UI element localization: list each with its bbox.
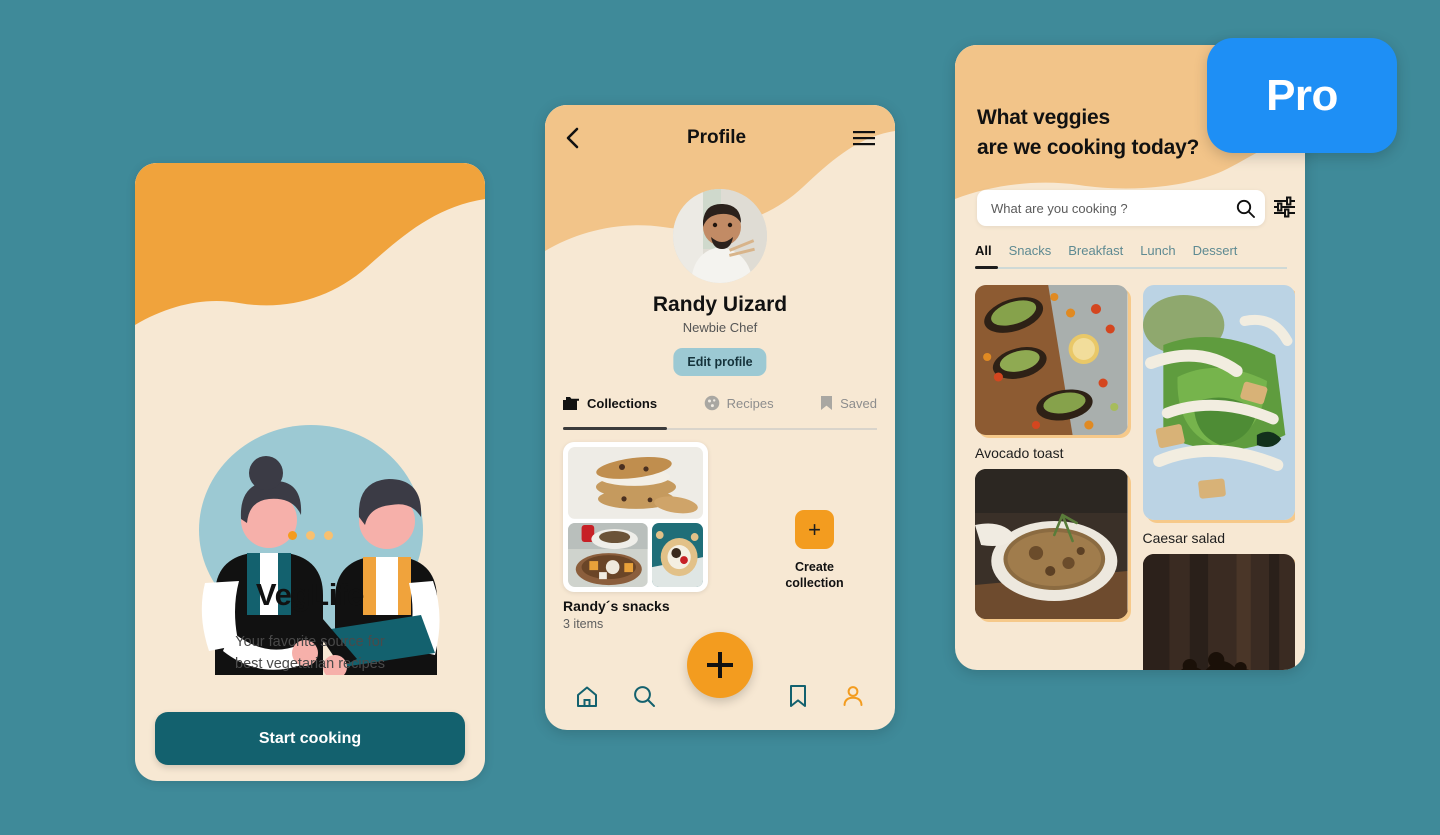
add-recipe-fab[interactable]: [687, 632, 753, 698]
tab-saved[interactable]: Saved: [820, 395, 877, 420]
collection-card[interactable]: [563, 442, 708, 592]
sliders-filter-icon: [1274, 196, 1295, 218]
profile-name: Randy Uizard: [652, 293, 788, 316]
page-dot-2[interactable]: [305, 531, 315, 540]
tab-collections[interactable]: Collections: [563, 395, 657, 420]
cookie-icon: [704, 395, 719, 411]
collection-count: 3 items: [563, 617, 604, 631]
profile-tabs: Collections Recipes Saved: [563, 395, 877, 420]
recipe-column-left: Avocado toast: [975, 285, 1128, 670]
plus-icon: [707, 652, 733, 678]
person-icon: [843, 686, 863, 706]
back-button[interactable]: [565, 127, 580, 149]
search-icon[interactable]: [1236, 199, 1255, 218]
recipe-card-caesar-salad[interactable]: Caesar salad: [1142, 285, 1295, 546]
tab-collections-label: Collections: [587, 395, 658, 411]
collection-name: Randy´s snacks: [563, 598, 670, 614]
subtitle-line-2: best vegetarian recipes: [235, 656, 385, 672]
create-label-line-1: Create: [795, 560, 834, 574]
page-indicator-dots[interactable]: [135, 531, 485, 540]
tab-recipes[interactable]: Recipes: [704, 395, 774, 420]
page-title: Profile: [686, 126, 747, 148]
avatar[interactable]: [673, 189, 767, 283]
recipe-column-right: Caesar salad: [1142, 285, 1295, 670]
bookmark-icon: [789, 685, 806, 707]
recipe-card-mushroom-risotto[interactable]: [975, 469, 1128, 619]
nav-profile-button[interactable]: [841, 684, 865, 708]
edit-profile-button[interactable]: Edit profile: [673, 348, 767, 376]
category-tab-active-underline: [975, 266, 998, 269]
category-tab-breakfast[interactable]: Breakfast: [1068, 243, 1123, 258]
app-title: VegLife: [255, 577, 365, 612]
page-dot-1[interactable]: [287, 531, 297, 540]
create-collection-button[interactable]: + Create collection: [757, 510, 872, 591]
nav-home-button[interactable]: [575, 685, 599, 708]
app-subtitle: Your favorite source for best vegetarian…: [135, 631, 485, 675]
filter-button[interactable]: [1273, 195, 1296, 218]
subtitle-line-1: Your favorite source for: [235, 634, 385, 650]
tab-recipes-label: Recipes: [726, 395, 774, 411]
two-chefs-illustration: [199, 425, 440, 675]
collection-photo-3: [651, 522, 703, 587]
folder-icon: [563, 396, 579, 410]
mushroom-risotto-photo: [975, 469, 1128, 619]
search-input[interactable]: [991, 200, 1236, 216]
user-avatar-photo: [673, 189, 767, 283]
avocado-toast-photo: [975, 285, 1128, 435]
profile-topbar: Profile: [545, 105, 895, 170]
chevron-left-icon: [566, 127, 579, 148]
nav-search-button[interactable]: [632, 684, 656, 708]
search-icon: [634, 686, 656, 707]
category-tab-all[interactable]: All: [975, 243, 992, 258]
nav-saved-button[interactable]: [788, 684, 808, 708]
pro-badge[interactable]: Pro: [1207, 38, 1397, 153]
create-label-line-2: collection: [785, 576, 844, 590]
collection-photo-row: [568, 522, 703, 587]
category-tab-lunch[interactable]: Lunch: [1140, 243, 1175, 258]
recipe-card-avocado-toast[interactable]: Avocado toast: [975, 285, 1128, 461]
home-icon: [577, 686, 598, 707]
tab-active-underline: [563, 427, 667, 430]
recipe-grid: Avocado toast Caesar salad: [975, 285, 1295, 670]
profile-role: Newbie Chef: [682, 320, 758, 335]
category-tab-divider: [975, 267, 1287, 269]
plus-icon: +: [795, 510, 834, 549]
page-dot-3[interactable]: [323, 531, 333, 540]
recipe-caption: Caesar salad: [1142, 530, 1226, 546]
hamburger-menu-icon: [853, 130, 875, 145]
onboarding-screen: VegLife Your favorite source for best ve…: [135, 163, 485, 781]
profile-screen: Profile Randy Uizard Newbie Chef Edit pr…: [545, 105, 895, 730]
collection-photo-2: [568, 522, 648, 587]
category-tab-dessert[interactable]: Dessert: [1193, 243, 1238, 258]
category-tabs: All Snacks Breakfast Lunch Dessert: [975, 243, 1287, 258]
caesar-salad-photo: [1142, 285, 1295, 520]
collection-photo-1: [568, 447, 703, 519]
recipe-card-chocolate-dessert[interactable]: [1142, 554, 1295, 670]
start-cooking-button[interactable]: Start cooking: [155, 712, 465, 765]
menu-button[interactable]: [853, 130, 875, 146]
chocolate-dessert-photo: [1142, 554, 1295, 670]
recipe-caption: Avocado toast: [975, 445, 1064, 461]
tab-saved-label: Saved: [840, 395, 877, 411]
bookmark-icon: [821, 396, 833, 410]
category-tab-snacks[interactable]: Snacks: [1009, 243, 1052, 258]
search-bar[interactable]: [977, 190, 1265, 226]
